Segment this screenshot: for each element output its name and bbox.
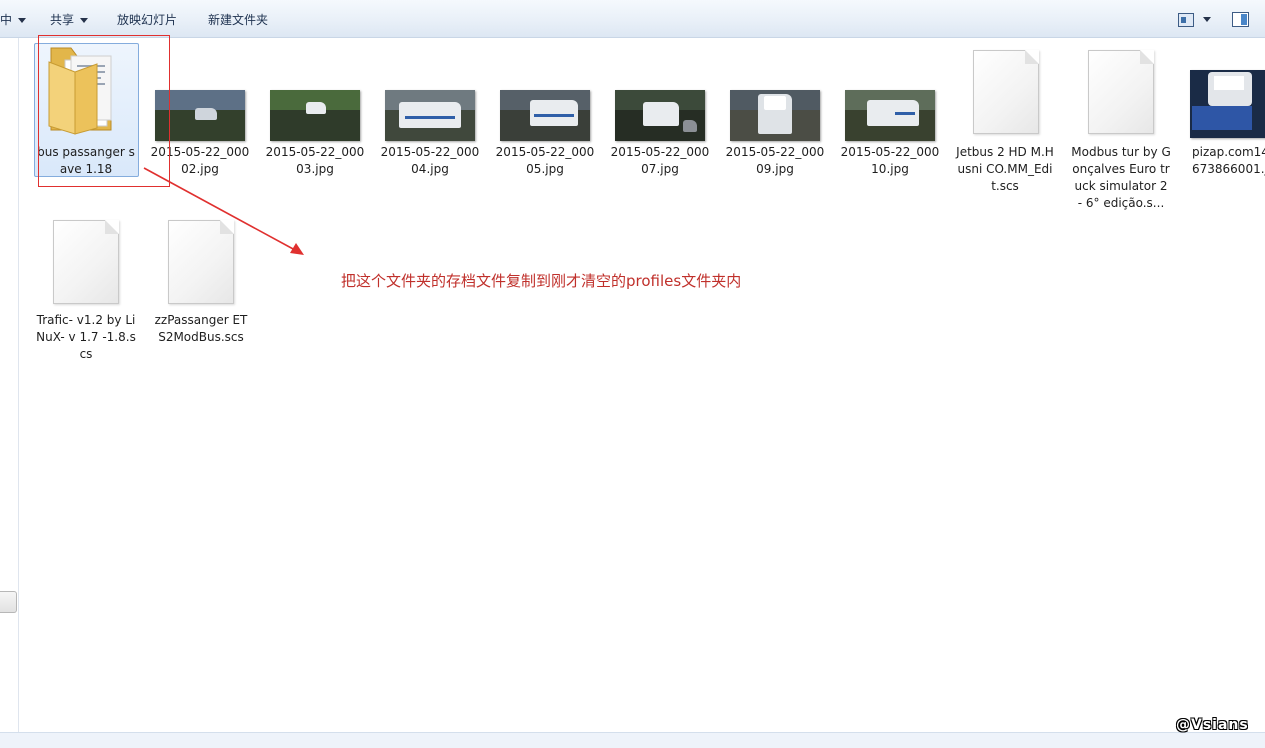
navigation-pane [0,38,19,732]
slideshow-button[interactable]: 放映幻灯片 [117,11,177,29]
image-thumbnail [500,90,590,141]
item-name: 2015-05-22_00010.jpg [840,145,940,176]
nav-pane-scroll-handle[interactable] [0,591,17,613]
partial-menu-button[interactable]: 中 [0,11,27,29]
file-item-scs[interactable]: Modbus tur by Gonçalves Euro truck simul… [1071,40,1171,212]
item-name: 2015-05-22_00005.jpg [495,145,595,176]
share-label: 共享 [50,13,75,27]
image-thumbnail [270,90,360,141]
blank-file-icon [1088,50,1154,134]
item-name: Trafic- v1.2 by LiNuX- v 1.7 -1.8.scs [36,313,136,361]
file-item-image[interactable]: 2015-05-22_00009.jpg [725,40,825,178]
file-item-image[interactable]: 2015-05-22_00004.jpg [380,40,480,178]
item-name: Jetbus 2 HD M.Husni CO.MM_Edit.scs [956,145,1054,193]
item-name: zzPassanger ETS2ModBus.scs [154,313,248,344]
file-item-image[interactable]: pizap.com14 3673866001.j [1186,40,1265,178]
command-bar: 中 共享 放映幻灯片 新建文件夹 [0,0,1265,38]
item-name: 2015-05-22_00007.jpg [610,145,710,176]
view-options-chevron-icon[interactable] [1203,17,1211,22]
image-thumbnail [845,90,935,141]
file-item-image[interactable]: 2015-05-22_00010.jpg [840,40,940,178]
share-button[interactable]: 共享 [50,11,89,29]
preview-pane-icon[interactable] [1232,12,1249,27]
slideshow-label: 放映幻灯片 [117,13,178,27]
item-name: 2015-05-22_00009.jpg [725,145,825,176]
file-item-image[interactable]: 2015-05-22_00007.jpg [610,40,710,178]
item-name: pizap.com14 3673866001.j [1192,145,1265,176]
explorer-window: 中 共享 放映幻灯片 新建文件夹 bus passanger save 1.18… [0,0,1265,748]
file-item-image[interactable]: 2015-05-22_00005.jpg [495,40,595,178]
status-bar [0,732,1265,748]
blank-file-icon [973,50,1039,134]
file-item-scs[interactable]: Trafic- v1.2 by LiNuX- v 1.7 -1.8.scs [36,208,136,363]
image-thumbnail [1190,70,1265,138]
chevron-down-icon [18,18,27,23]
file-item-image[interactable]: 2015-05-22_00003.jpg [265,40,365,178]
annotation-arrow-icon [143,167,304,255]
image-thumbnail [615,90,705,141]
item-name: 2015-05-22_00004.jpg [380,145,480,176]
image-thumbnail [730,90,820,141]
annotation-text: 把这个文件夹的存档文件复制到刚才清空的profiles文件夹内 [341,272,742,290]
new-folder-button[interactable]: 新建文件夹 [208,11,268,29]
partial-menu-label: 中 [0,13,13,27]
new-folder-label: 新建文件夹 [208,13,269,27]
image-thumbnail [385,90,475,141]
blank-file-icon [53,220,119,304]
change-view-icon[interactable] [1178,13,1194,27]
watermark: @Vsians [1176,717,1249,733]
file-item-scs[interactable]: Jetbus 2 HD M.Husni CO.MM_Edit.scs [955,40,1055,195]
item-name: Modbus tur by Gonçalves Euro truck simul… [1071,145,1171,210]
chevron-down-icon [80,18,89,23]
